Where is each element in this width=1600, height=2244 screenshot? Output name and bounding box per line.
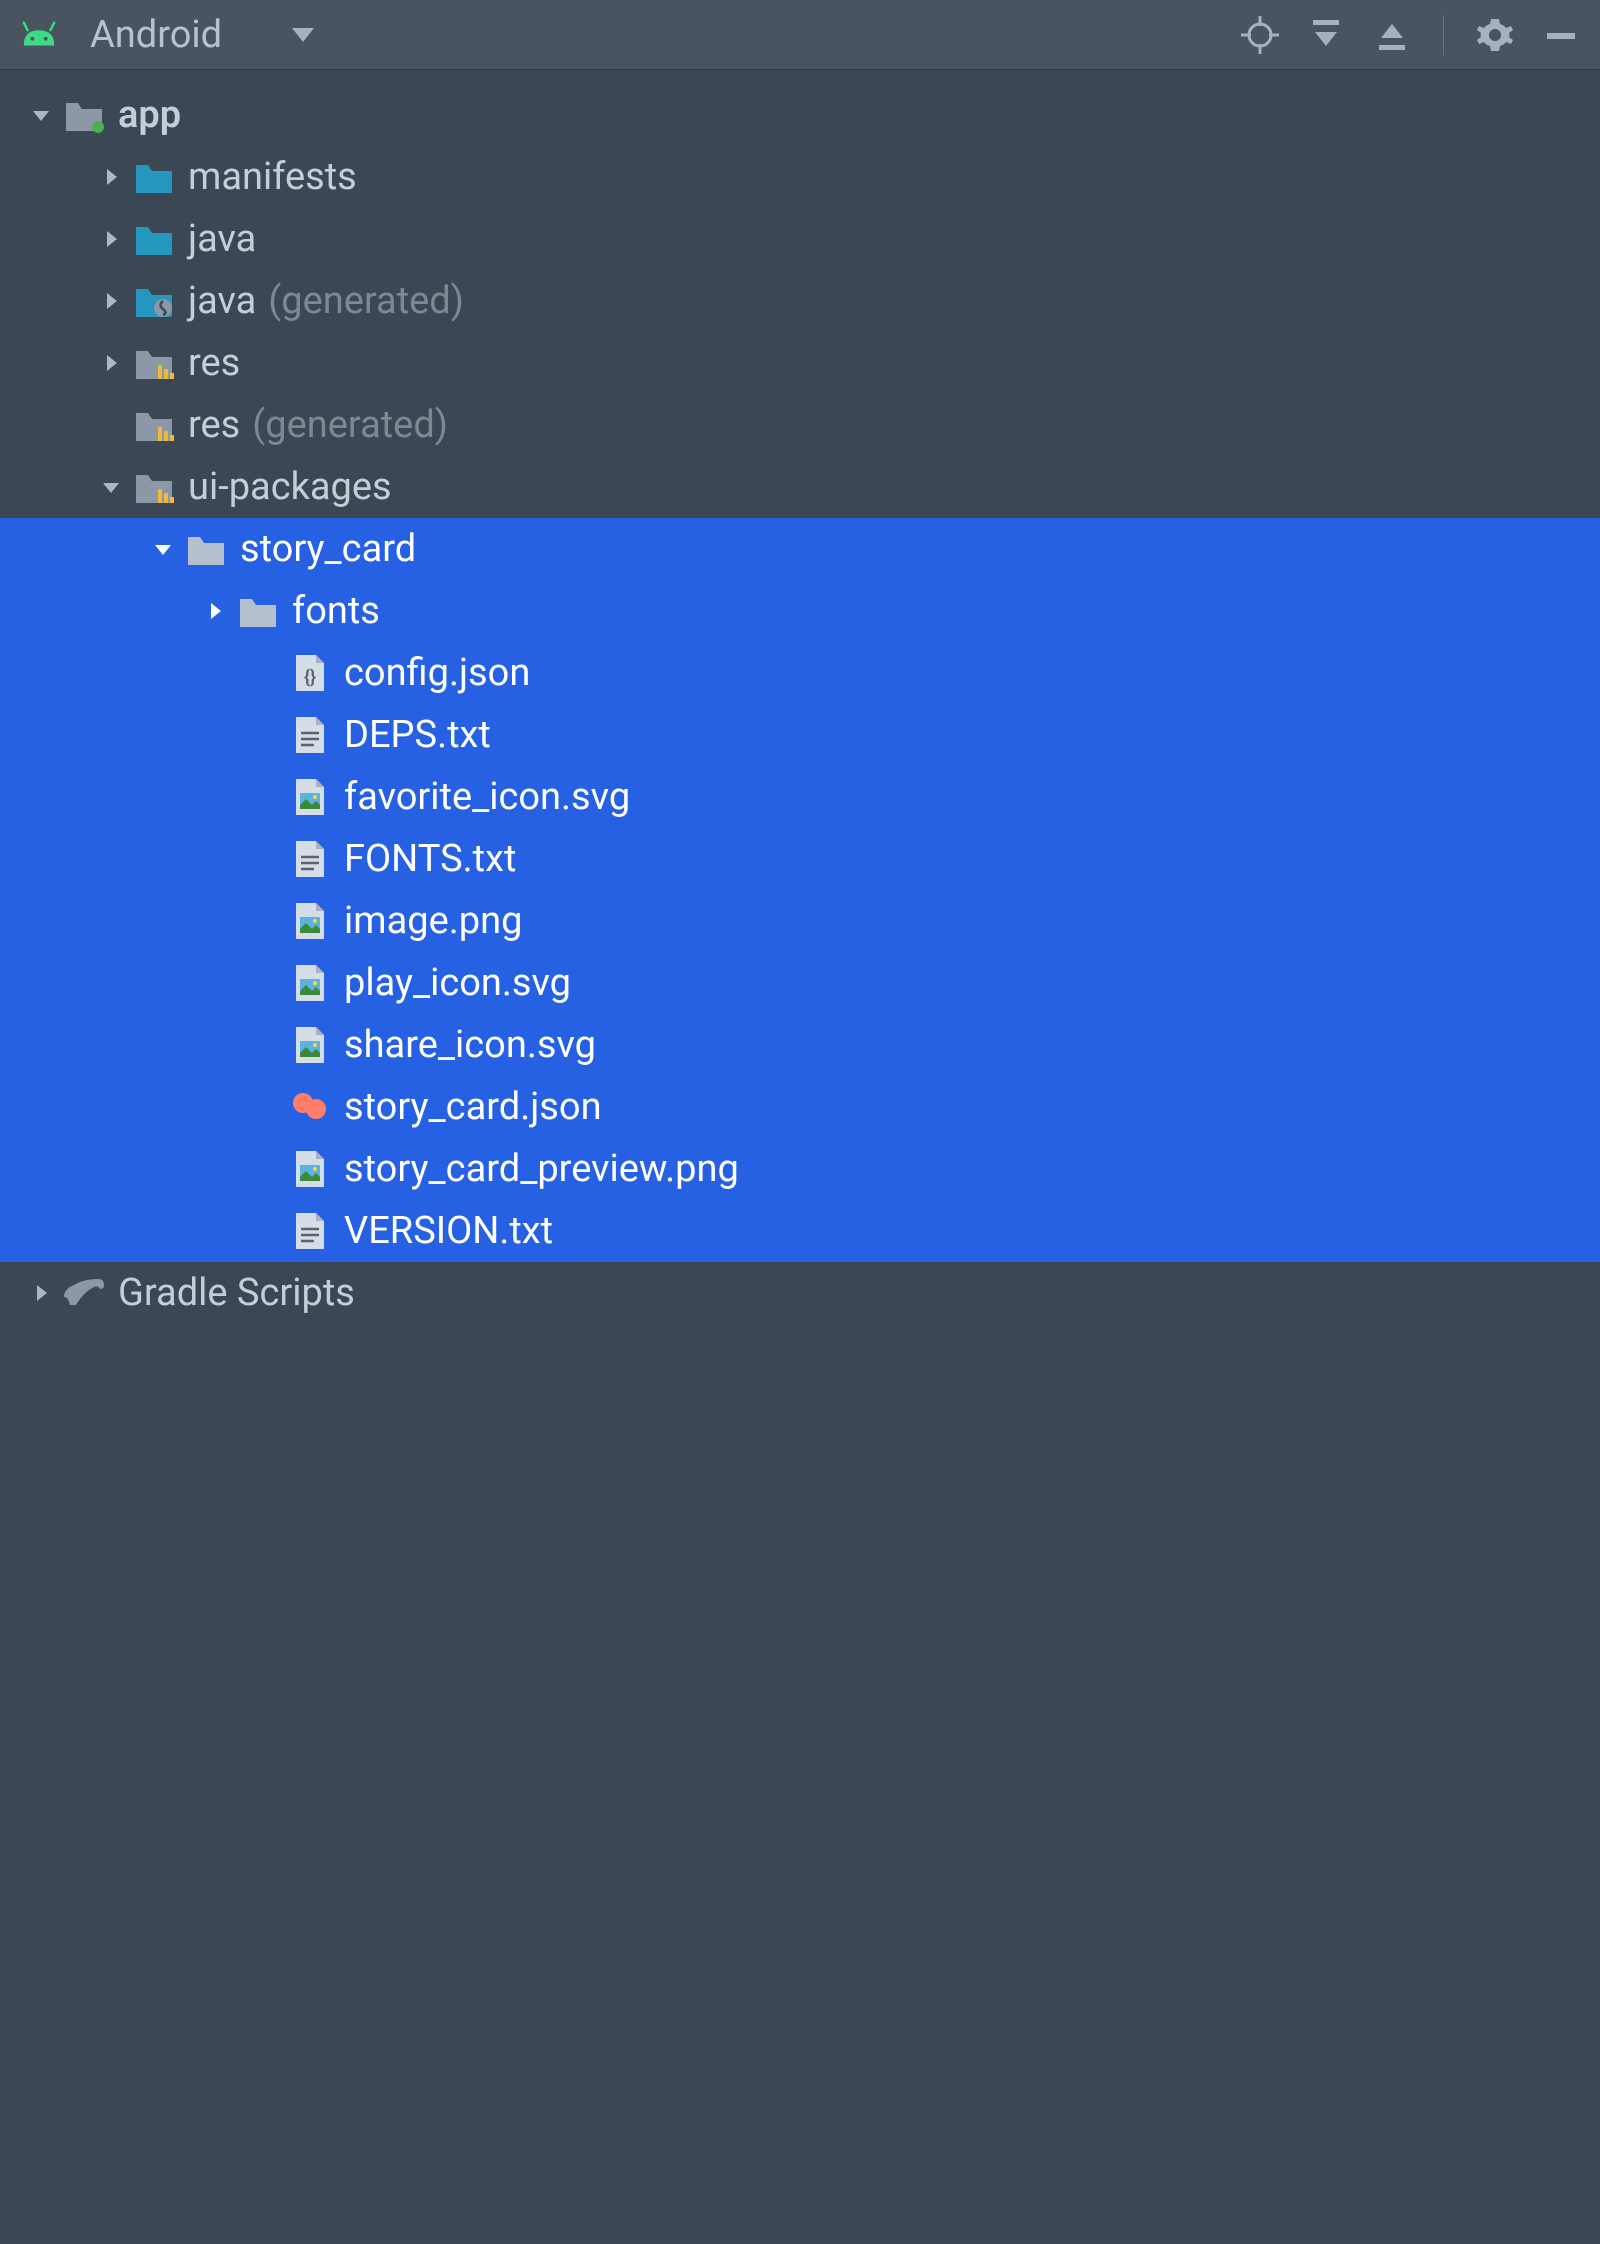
figma-file-icon — [288, 1085, 332, 1129]
tree-label: res — [188, 403, 240, 447]
chevron-down-icon[interactable] — [142, 537, 184, 561]
chevron-right-icon[interactable] — [90, 165, 132, 189]
tree-label: java — [188, 279, 256, 323]
tree-suffix: (generated) — [252, 403, 448, 447]
tree-node-ui-packages[interactable]: ui-packages — [0, 456, 1600, 518]
folder-icon — [132, 217, 176, 261]
tree-label: play_icon.svg — [344, 961, 571, 1005]
generated-folder-icon — [132, 279, 176, 323]
project-toolbar: Android — [0, 0, 1600, 70]
toolbar-separator — [1443, 15, 1444, 55]
tree-node-gradle-scripts[interactable]: Gradle Scripts — [0, 1262, 1600, 1324]
tree-node-share-icon-svg[interactable]: share_icon.svg — [0, 1014, 1600, 1076]
tree-node-fonts-txt[interactable]: FONTS.txt — [0, 828, 1600, 890]
tree-label: config.json — [344, 651, 530, 695]
folder-icon — [132, 155, 176, 199]
resource-folder-icon — [132, 403, 176, 447]
tree-node-story-card[interactable]: story_card — [0, 518, 1600, 580]
svg-text:{}: {} — [304, 667, 316, 688]
tree-node-story-card-json[interactable]: story_card.json — [0, 1076, 1600, 1138]
target-icon[interactable] — [1241, 16, 1279, 54]
tree-label: manifests — [188, 155, 357, 199]
tree-node-java-generated[interactable]: java (generated) — [0, 270, 1600, 332]
chevron-right-icon[interactable] — [90, 227, 132, 251]
tree-label: favorite_icon.svg — [344, 775, 630, 819]
text-file-icon — [288, 713, 332, 757]
image-file-icon — [288, 1023, 332, 1067]
tree-label: java — [188, 217, 256, 261]
toolbar-right — [1241, 15, 1580, 55]
view-selector-label[interactable]: Android — [90, 13, 222, 57]
tree-node-story-card-preview-png[interactable]: story_card_preview.png — [0, 1138, 1600, 1200]
gradle-icon — [62, 1271, 106, 1315]
tree-label: fonts — [292, 589, 380, 633]
tree-label: Gradle Scripts — [118, 1271, 355, 1315]
text-file-icon — [288, 837, 332, 881]
tree-node-image-png[interactable]: image.png — [0, 890, 1600, 952]
minimize-icon[interactable] — [1542, 16, 1580, 54]
image-file-icon — [288, 899, 332, 943]
module-folder-icon — [62, 93, 106, 137]
image-file-icon — [288, 961, 332, 1005]
tree-node-deps-txt[interactable]: DEPS.txt — [0, 704, 1600, 766]
tree-label: VERSION.txt — [344, 1209, 553, 1253]
gear-icon[interactable] — [1476, 16, 1514, 54]
tree-node-config-json[interactable]: {} config.json — [0, 642, 1600, 704]
tree-node-manifests[interactable]: manifests — [0, 146, 1600, 208]
folder-icon — [184, 527, 228, 571]
tree-label: story_card — [240, 527, 416, 571]
tree-node-version-txt[interactable]: VERSION.txt — [0, 1200, 1600, 1262]
chevron-down-icon[interactable] — [90, 475, 132, 499]
tree-node-fonts[interactable]: fonts — [0, 580, 1600, 642]
android-icon — [20, 16, 58, 54]
tree-label: res — [188, 341, 240, 385]
resource-folder-icon — [132, 465, 176, 509]
chevron-placeholder — [90, 413, 132, 437]
tree-node-app[interactable]: app — [0, 84, 1600, 146]
tree-label: app — [118, 93, 181, 137]
json-file-icon: {} — [288, 651, 332, 695]
folder-icon — [236, 589, 280, 633]
tree-node-favorite-icon-svg[interactable]: favorite_icon.svg — [0, 766, 1600, 828]
collapse-down-icon[interactable] — [1307, 16, 1345, 54]
image-file-icon — [288, 775, 332, 819]
text-file-icon — [288, 1209, 332, 1253]
image-file-icon — [288, 1147, 332, 1191]
collapse-up-icon[interactable] — [1373, 16, 1411, 54]
tree-label: share_icon.svg — [344, 1023, 596, 1067]
project-tree: app manifests java — [0, 70, 1600, 1324]
chevron-right-icon[interactable] — [90, 351, 132, 375]
tree-node-play-icon-svg[interactable]: play_icon.svg — [0, 952, 1600, 1014]
chevron-right-icon[interactable] — [20, 1281, 62, 1305]
tree-node-res-generated[interactable]: res (generated) — [0, 394, 1600, 456]
chevron-right-icon[interactable] — [194, 599, 236, 623]
resource-folder-icon — [132, 341, 176, 385]
tree-label: image.png — [344, 899, 522, 943]
tree-label: story_card.json — [344, 1085, 602, 1129]
chevron-right-icon[interactable] — [90, 289, 132, 313]
tree-label: story_card_preview.png — [344, 1147, 739, 1191]
tree-label: ui-packages — [188, 465, 392, 509]
tree-label: DEPS.txt — [344, 713, 491, 757]
tree-label: FONTS.txt — [344, 837, 516, 881]
tree-node-java[interactable]: java — [0, 208, 1600, 270]
tree-suffix: (generated) — [268, 279, 464, 323]
dropdown-triangle-icon[interactable] — [284, 16, 322, 54]
toolbar-left: Android — [20, 13, 1241, 57]
tree-node-res[interactable]: res — [0, 332, 1600, 394]
chevron-down-icon[interactable] — [20, 103, 62, 127]
